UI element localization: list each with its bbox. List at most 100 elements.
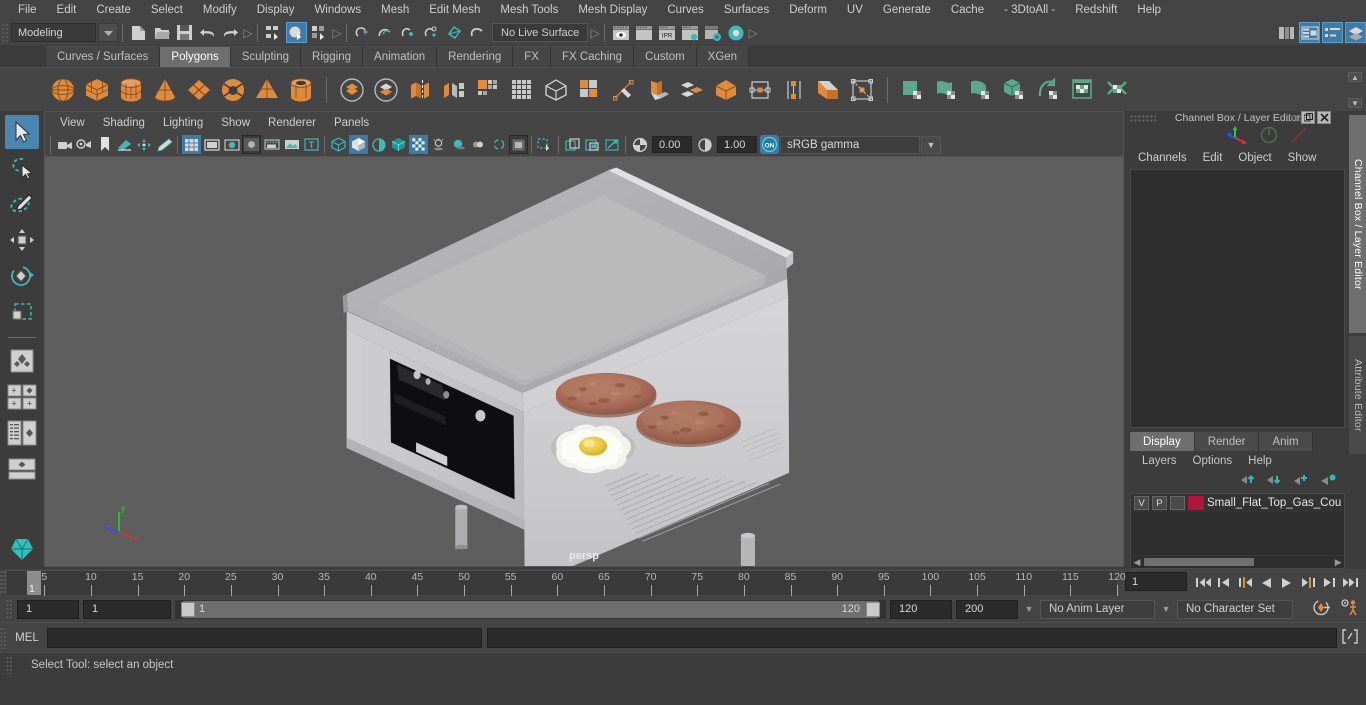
- range-options-caret[interactable]: ▼: [1022, 604, 1036, 614]
- shelf-tab-custom[interactable]: Custom: [634, 46, 697, 67]
- uv-unfold-icon[interactable]: [1102, 75, 1132, 105]
- command-response-field[interactable]: [487, 627, 1337, 648]
- render-globals-icon[interactable]: [702, 22, 723, 43]
- hscroll-left-arrow[interactable]: ◀: [1131, 557, 1143, 568]
- layer-playback-toggle[interactable]: P: [1152, 496, 1167, 510]
- select-tool-icon[interactable]: [5, 115, 39, 149]
- new-layer-from-selected-icon[interactable]: [1320, 473, 1337, 489]
- make-live-icon[interactable]: [467, 22, 488, 43]
- depth-of-field-icon[interactable]: [509, 135, 528, 154]
- xray-active-components-icon[interactable]: [603, 135, 622, 154]
- layer-menu-options[interactable]: Options: [1185, 454, 1241, 468]
- play-backwards-icon[interactable]: [1256, 572, 1276, 594]
- time-slider[interactable]: 1 5 10 15 20 25 30 35 40 45 50 55 60 65 70 75 80 85 90 95 1…: [7, 570, 1126, 596]
- close-icon[interactable]: [1317, 111, 1332, 124]
- sidebar-layout-outliner-icon[interactable]: [5, 452, 39, 486]
- use-lights-icon[interactable]: [409, 135, 428, 154]
- sidebar-layout-single-icon[interactable]: + + +: [5, 380, 39, 414]
- anim-layer-caret[interactable]: ▼: [1159, 604, 1173, 614]
- layer-editor-toggle-icon[interactable]: [1345, 22, 1366, 43]
- script-editor-icon[interactable]: [1342, 628, 1366, 647]
- render-view-icon[interactable]: [610, 22, 631, 43]
- snap-to-view-planes-icon[interactable]: [444, 22, 465, 43]
- render-sequence-icon[interactable]: [633, 22, 654, 43]
- vertical-tab-attribute-editor[interactable]: Attribute Editor: [1349, 336, 1366, 454]
- go-to-start-icon[interactable]: [1193, 572, 1213, 594]
- command-language-label[interactable]: MEL: [7, 632, 47, 644]
- menu-mesh-tools[interactable]: Mesh Tools: [490, 2, 568, 18]
- append-polygon-icon[interactable]: [779, 75, 809, 105]
- viewport-menu-panels[interactable]: Panels: [325, 115, 378, 131]
- scale-tool-icon[interactable]: [5, 295, 39, 329]
- gamma-icon[interactable]: [695, 135, 714, 154]
- toolbar-collapse-arrow[interactable]: ▷: [243, 24, 253, 42]
- hscroll-thumb[interactable]: [1144, 558, 1254, 566]
- combine-icon[interactable]: [405, 75, 435, 105]
- anim-end-field[interactable]: 120: [890, 599, 952, 619]
- menu-uv[interactable]: UV: [837, 2, 873, 18]
- paint-effects-icon[interactable]: [155, 135, 174, 154]
- extrude-icon[interactable]: [575, 75, 605, 105]
- resolution-gate-icon[interactable]: [222, 135, 241, 154]
- layer-menu-help[interactable]: Help: [1240, 454, 1280, 468]
- layer-row[interactable]: V P Small_Flat_Top_Gas_Cou: [1131, 494, 1345, 512]
- menu-set-selector[interactable]: Modeling: [11, 23, 96, 42]
- insert-edge-loop-icon[interactable]: [813, 75, 843, 105]
- menu-surfaces[interactable]: Surfaces: [714, 2, 779, 18]
- exposure-field[interactable]: 0.00: [652, 136, 692, 153]
- menu-help[interactable]: Help: [1127, 2, 1171, 18]
- film-gate-icon[interactable]: [202, 135, 221, 154]
- boolean-difference-icon[interactable]: [371, 75, 401, 105]
- snap-to-grid-icon[interactable]: [352, 22, 373, 43]
- menu-set-dropdown-arrow[interactable]: [98, 23, 118, 42]
- exposure-icon[interactable]: [630, 135, 649, 154]
- camera-attributes-icon[interactable]: [75, 135, 94, 154]
- paint-select-tool-icon[interactable]: [5, 187, 39, 221]
- poly-pipe-icon[interactable]: [286, 75, 316, 105]
- select-by-hierarchy-icon[interactable]: [263, 22, 284, 43]
- current-frame-field[interactable]: 1: [1125, 572, 1187, 591]
- sidebar-layout-four-icon[interactable]: [5, 416, 39, 450]
- film-origin-icon[interactable]: [262, 135, 281, 154]
- select-by-component-icon[interactable]: [309, 22, 330, 43]
- range-end-field[interactable]: 200: [956, 599, 1018, 619]
- boolean-union-icon[interactable]: [337, 75, 367, 105]
- uv-planar-icon[interactable]: [898, 75, 928, 105]
- mirror-icon[interactable]: [677, 75, 707, 105]
- bookmark-view-icon[interactable]: [95, 135, 114, 154]
- new-layer-icon[interactable]: [1293, 473, 1310, 489]
- move-tool-icon[interactable]: [5, 223, 39, 257]
- menu-edit[interactable]: Edit: [47, 2, 87, 18]
- camera-icon[interactable]: [55, 135, 74, 154]
- menu-windows[interactable]: Windows: [304, 2, 371, 18]
- image-plane-icon[interactable]: [282, 135, 301, 154]
- channel-box-content[interactable]: [1130, 169, 1346, 428]
- menu-modify[interactable]: Modify: [193, 2, 247, 18]
- toolbar-collapse-arrow-3[interactable]: ▷: [590, 24, 600, 42]
- merge-icon[interactable]: [711, 75, 741, 105]
- target-weld-icon[interactable]: [745, 75, 775, 105]
- channel-menu-object[interactable]: Object: [1230, 150, 1279, 166]
- menu-cache[interactable]: Cache: [941, 2, 994, 18]
- rotate-gizmo-icon[interactable]: [1259, 126, 1279, 147]
- menu-generate[interactable]: Generate: [873, 2, 941, 18]
- menu-curves[interactable]: Curves: [657, 2, 713, 18]
- menu-mesh[interactable]: Mesh: [371, 2, 419, 18]
- shadows-icon[interactable]: [429, 135, 448, 154]
- help-line-grip[interactable]: [6, 655, 13, 674]
- poly-extrude-mesh-icon[interactable]: [847, 75, 877, 105]
- layer-tab-anim[interactable]: Anim: [1259, 432, 1313, 451]
- snap-to-point-icon[interactable]: [398, 22, 419, 43]
- poly-sphere-icon[interactable]: [48, 75, 78, 105]
- step-forward-keyframe-icon[interactable]: [1319, 572, 1339, 594]
- motion-blur-icon[interactable]: [469, 135, 488, 154]
- character-set-selector[interactable]: No Character Set: [1177, 599, 1293, 619]
- command-line-grip[interactable]: [0, 626, 7, 649]
- step-forward-frame-icon[interactable]: [1298, 572, 1318, 594]
- color-management-field[interactable]: sRGB gamma: [780, 135, 920, 154]
- poly-cylinder-icon[interactable]: [116, 75, 146, 105]
- move-layer-up-icon[interactable]: [1241, 473, 1257, 489]
- bookmark-icon[interactable]: [5, 531, 39, 565]
- last-tool-icon[interactable]: [5, 344, 39, 378]
- viewport-menu-renderer[interactable]: Renderer: [259, 115, 325, 131]
